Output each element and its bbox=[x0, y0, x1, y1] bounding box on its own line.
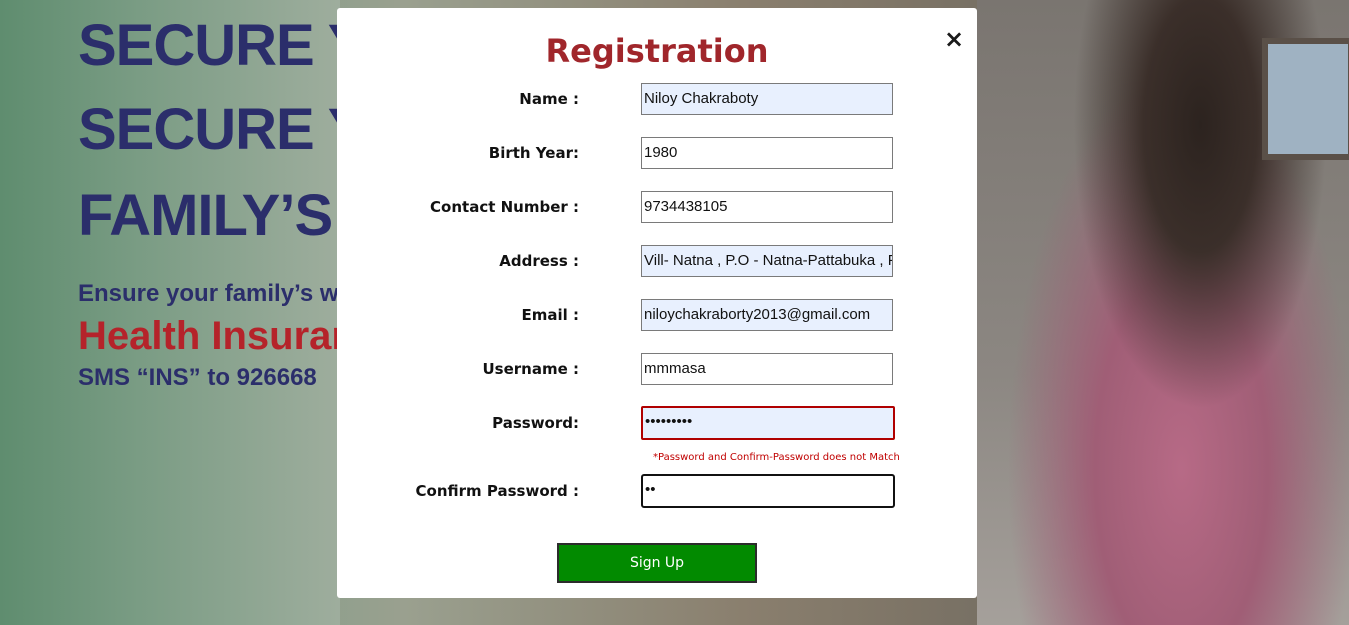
address-label: Address : bbox=[499, 252, 579, 270]
username-input[interactable]: mmmasa bbox=[641, 353, 893, 385]
username-label: Username : bbox=[482, 360, 579, 378]
birth-year-label: Birth Year: bbox=[488, 144, 579, 162]
ad-sms-line: SMS “INS” to 926668 bbox=[78, 364, 317, 391]
contact-number-label: Contact Number : bbox=[430, 198, 579, 216]
ad-headline-2: SECURE Y bbox=[78, 97, 366, 162]
email-label: Email : bbox=[521, 306, 579, 324]
ad-headline-3: FAMILY’S bbox=[78, 183, 333, 248]
birth-year-input[interactable]: 1980 bbox=[641, 137, 893, 169]
close-icon[interactable]: × bbox=[941, 26, 967, 52]
password-input[interactable]: ••••••••• bbox=[641, 406, 895, 440]
name-label: Name : bbox=[519, 90, 579, 108]
modal-title: Registration bbox=[545, 32, 769, 70]
password-label: Password: bbox=[492, 414, 579, 432]
ad-background bbox=[0, 0, 340, 625]
confirm-password-input[interactable]: •• bbox=[641, 474, 895, 508]
email-input[interactable]: niloychakraborty2013@gmail.com bbox=[641, 299, 893, 331]
ad-headline-1: SECURE Y bbox=[78, 13, 366, 78]
ad-red-line: Health Insuran bbox=[78, 314, 356, 358]
sign-up-button[interactable]: Sign Up bbox=[557, 543, 757, 583]
ad-subline: Ensure your family’s w bbox=[78, 280, 339, 307]
contact-number-input[interactable]: 9734438105 bbox=[641, 191, 893, 223]
password-error-message: *Password and Confirm-Password does not … bbox=[653, 452, 900, 463]
confirm-password-label: Confirm Password : bbox=[415, 482, 579, 500]
registration-modal: Registration × Name : Niloy Chakraboty B… bbox=[337, 8, 977, 598]
picture-frame bbox=[1262, 38, 1349, 160]
address-input[interactable]: Vill- Natna , P.O - Natna-Pattabuka , F bbox=[641, 245, 893, 277]
name-input[interactable]: Niloy Chakraboty bbox=[641, 83, 893, 115]
